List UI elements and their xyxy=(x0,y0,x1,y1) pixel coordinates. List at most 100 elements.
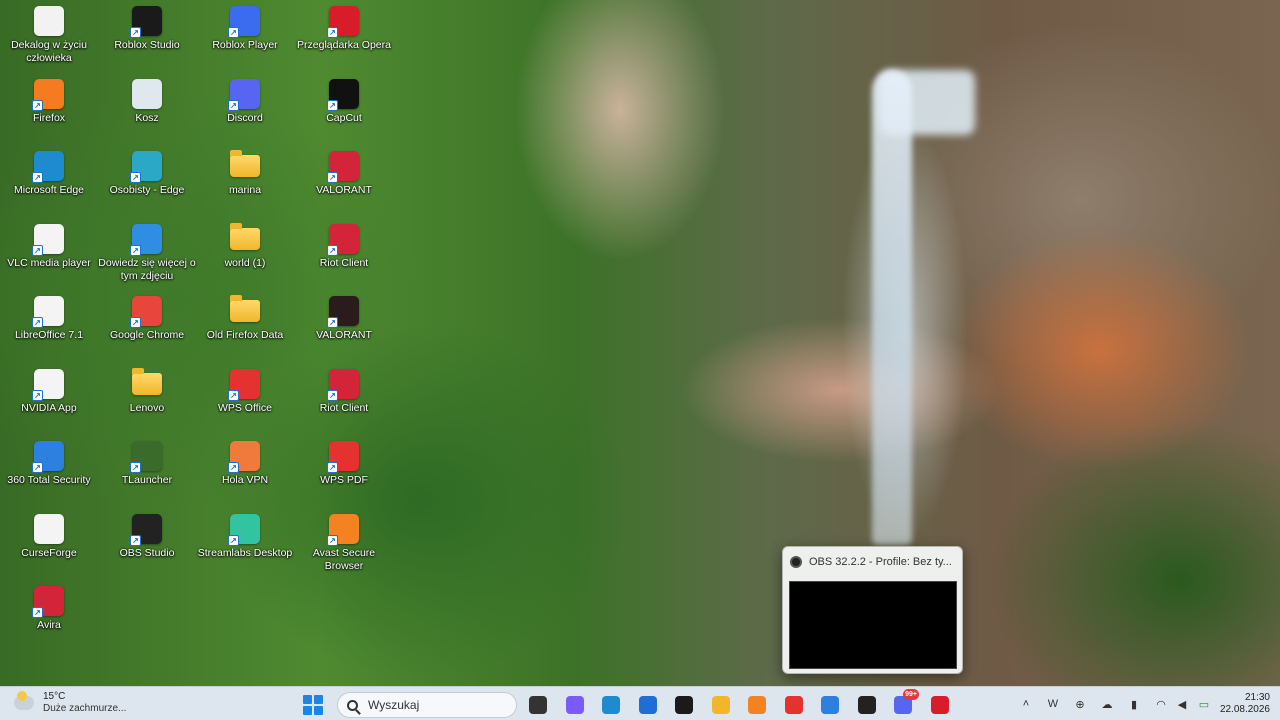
taskbar-app-file-explorer[interactable] xyxy=(710,694,732,716)
shortcut-arrow-icon: ↗ xyxy=(327,317,338,328)
battery-icon[interactable]: ▭ xyxy=(1195,695,1213,713)
desktop-icon-vlc[interactable]: ↗ VLC media player xyxy=(0,220,98,290)
desktop-icon-spotlight[interactable]: ↗ Dowiedz się więcej o tym zdjęciu xyxy=(98,220,196,290)
vlc-icon: ↗ xyxy=(32,223,64,256)
desktop-icon-opera[interactable]: ↗ Przeglądarka Opera xyxy=(295,2,393,72)
taskbar-app-wps-office[interactable] xyxy=(783,694,805,716)
desktop-icon-folder[interactable]: Old Firefox Data xyxy=(196,292,294,362)
shortcut-arrow-icon: ↗ xyxy=(228,462,239,473)
desktop-icon-document[interactable]: CurseForge xyxy=(0,510,98,580)
desktop-icon-folder[interactable]: marina xyxy=(196,147,294,217)
shortcut-arrow-icon: ↗ xyxy=(130,244,141,256)
desktop-icon-valorant[interactable]: ↗ VALORANT xyxy=(295,292,393,362)
shortcut-arrow-icon: ↗ xyxy=(32,607,43,618)
desktop-icon-obs[interactable]: ↗ OBS Studio xyxy=(98,510,196,580)
desktop-icon-streamlabs[interactable]: ↗ Streamlabs Desktop xyxy=(196,510,294,580)
desktop-icon-label: Kosz xyxy=(135,111,159,124)
taskbar-app-copilot[interactable] xyxy=(564,694,586,716)
notification-badge: 99+ xyxy=(903,689,919,700)
desktop-icon-label: Riot Client xyxy=(319,256,369,269)
taskbar-app-360-security[interactable] xyxy=(819,694,841,716)
taskbar-app-microsoft-store[interactable] xyxy=(637,694,659,716)
desktop-icon-valorant-riot[interactable]: ↗ VALORANT xyxy=(295,147,393,217)
chevron-up-icon[interactable]: ˄ xyxy=(1017,695,1035,713)
roblox-studio-icon: ↗ xyxy=(130,6,162,38)
desktop-icon-riot-client[interactable]: ↗ Riot Client xyxy=(295,365,393,435)
desktop-icon-folder[interactable]: Lenovo xyxy=(98,365,196,435)
desktop-icon-chrome[interactable]: ↗ Google Chrome xyxy=(98,292,196,362)
weather-widget[interactable]: 15°C Duże zachmurze... xyxy=(14,691,126,715)
desktop-icon-wps-pdf[interactable]: ↗ WPS PDF xyxy=(295,437,393,507)
weather-temperature: 15°C xyxy=(43,691,66,702)
taskbar-app-edge[interactable] xyxy=(600,694,622,716)
desktop-icon-avast-browser[interactable]: ↗ Avast Secure Browser xyxy=(295,510,393,580)
shortcut-arrow-icon: ↗ xyxy=(327,462,338,473)
desktop-icon-shield-plus[interactable]: ↗ 360 Total Security xyxy=(0,437,98,507)
taskbar-clock[interactable]: 21:30 22.08.2026 xyxy=(1220,692,1270,716)
desktop-icon-avira[interactable]: ↗ Avira xyxy=(0,582,98,652)
desktop-icon-label: Google Chrome xyxy=(109,329,185,341)
desktop-icon-tlauncher[interactable]: ↗ TLauncher xyxy=(98,437,196,507)
opera-icon: ↗ xyxy=(327,6,359,38)
obs-icon xyxy=(857,696,876,714)
desktop-icon-label: Riot Client xyxy=(319,401,369,414)
obs-preview-thumbnail[interactable] xyxy=(789,581,957,669)
taskbar-app-roblox-studio[interactable] xyxy=(673,694,695,716)
desktop-icon-label: Osobisty - Edge xyxy=(109,184,185,196)
desktop-icon-nvidia[interactable]: ↗ NVIDIA App xyxy=(0,365,98,435)
wps-office-icon: ↗ xyxy=(228,368,260,401)
desktop-icon-riot-client[interactable]: ↗ Riot Client xyxy=(295,220,393,290)
desktop-icon-label: Avast Secure Browser xyxy=(312,546,376,572)
desktop-icon-libreoffice[interactable]: ↗ LibreOffice 7.1 xyxy=(0,292,98,362)
desktop-icon-roblox-player[interactable]: ↗ Roblox Player xyxy=(196,2,294,72)
desktop-icon-edge-profile[interactable]: ↗ Osobisty - Edge xyxy=(98,147,196,217)
desktop-icon-folder[interactable]: world (1) xyxy=(196,220,294,290)
taskbar-app-avast-browser[interactable] xyxy=(746,694,768,716)
desktop-icon-label: Roblox Studio xyxy=(114,39,180,51)
shortcut-arrow-icon: ↗ xyxy=(327,244,338,256)
obs-popup-titlebar[interactable]: OBS 32.2.2 - Profile: Bez ty... xyxy=(783,547,962,577)
edge-profile-icon: ↗ xyxy=(130,151,162,183)
wifi-icon[interactable]: ◠ xyxy=(1152,695,1170,713)
shortcut-arrow-icon: ↗ xyxy=(32,99,43,111)
desktop-icon-label: Roblox Player xyxy=(212,39,278,51)
360-tray-icon[interactable]: ⊕ xyxy=(1071,695,1089,713)
chrome-icon: ↗ xyxy=(130,296,162,328)
wps-tray-icon[interactable]: W xyxy=(1044,695,1062,713)
wps-office-icon xyxy=(784,696,803,714)
shield-plus-icon: ↗ xyxy=(32,441,64,473)
desktop-icon-label: Microsoft Edge xyxy=(13,184,85,196)
desktop-icon-document[interactable]: Dekalog w życiu człowieka xyxy=(0,2,98,72)
clock-date: 22.08.2026 xyxy=(1219,704,1270,715)
volume-icon[interactable]: ◀ xyxy=(1173,695,1191,713)
obs-popup-title: OBS 32.2.2 - Profile: Bez ty... xyxy=(809,556,952,568)
desktop-icon-roblox-studio[interactable]: ↗ Roblox Studio xyxy=(98,2,196,72)
document-icon xyxy=(34,6,64,36)
start-button[interactable] xyxy=(302,694,324,716)
onedrive-icon[interactable]: ☁ xyxy=(1098,695,1116,713)
shortcut-arrow-icon: ↗ xyxy=(32,244,43,256)
shortcut-arrow-icon: ↗ xyxy=(130,172,141,183)
taskbar-search[interactable]: Wyszukaj xyxy=(337,692,517,718)
shortcut-arrow-icon: ↗ xyxy=(130,27,141,38)
desktop-icon-label: WPS PDF xyxy=(320,474,368,486)
edge-icon xyxy=(602,696,620,714)
taskbar-app-obs[interactable] xyxy=(856,694,878,716)
desktop-icon-edge[interactable]: ↗ Microsoft Edge xyxy=(0,147,98,217)
desktop-icon-wps-office[interactable]: ↗ WPS Office xyxy=(196,365,294,435)
desktop-icon-capcut[interactable]: ↗ CapCut xyxy=(295,75,393,145)
avira-icon: ↗ xyxy=(32,586,64,618)
desktop-icon-recycle-bin[interactable]: Kosz xyxy=(98,75,196,145)
desktop-icon-hola-vpn[interactable]: ↗ Hola VPN xyxy=(196,437,294,507)
desktop-icon-firefox[interactable]: ↗ Firefox xyxy=(0,75,98,145)
taskbar-app-opera[interactable] xyxy=(929,694,951,716)
desktop-icon-label: Przeglądarka Opera xyxy=(297,39,391,51)
taskbar-app-file-explorer-dark[interactable] xyxy=(527,694,549,716)
microphone-icon[interactable]: ▮ xyxy=(1125,695,1143,713)
desktop-icon-label: VLC media player xyxy=(7,256,91,269)
folder-icon xyxy=(230,295,260,322)
obs-thumbnail-popup[interactable]: OBS 32.2.2 - Profile: Bez ty... xyxy=(782,546,963,674)
taskbar-app-discord[interactable]: 99+ xyxy=(892,689,919,716)
shortcut-arrow-icon: ↗ xyxy=(327,27,338,38)
desktop-icon-discord[interactable]: ↗ Discord xyxy=(196,75,294,145)
